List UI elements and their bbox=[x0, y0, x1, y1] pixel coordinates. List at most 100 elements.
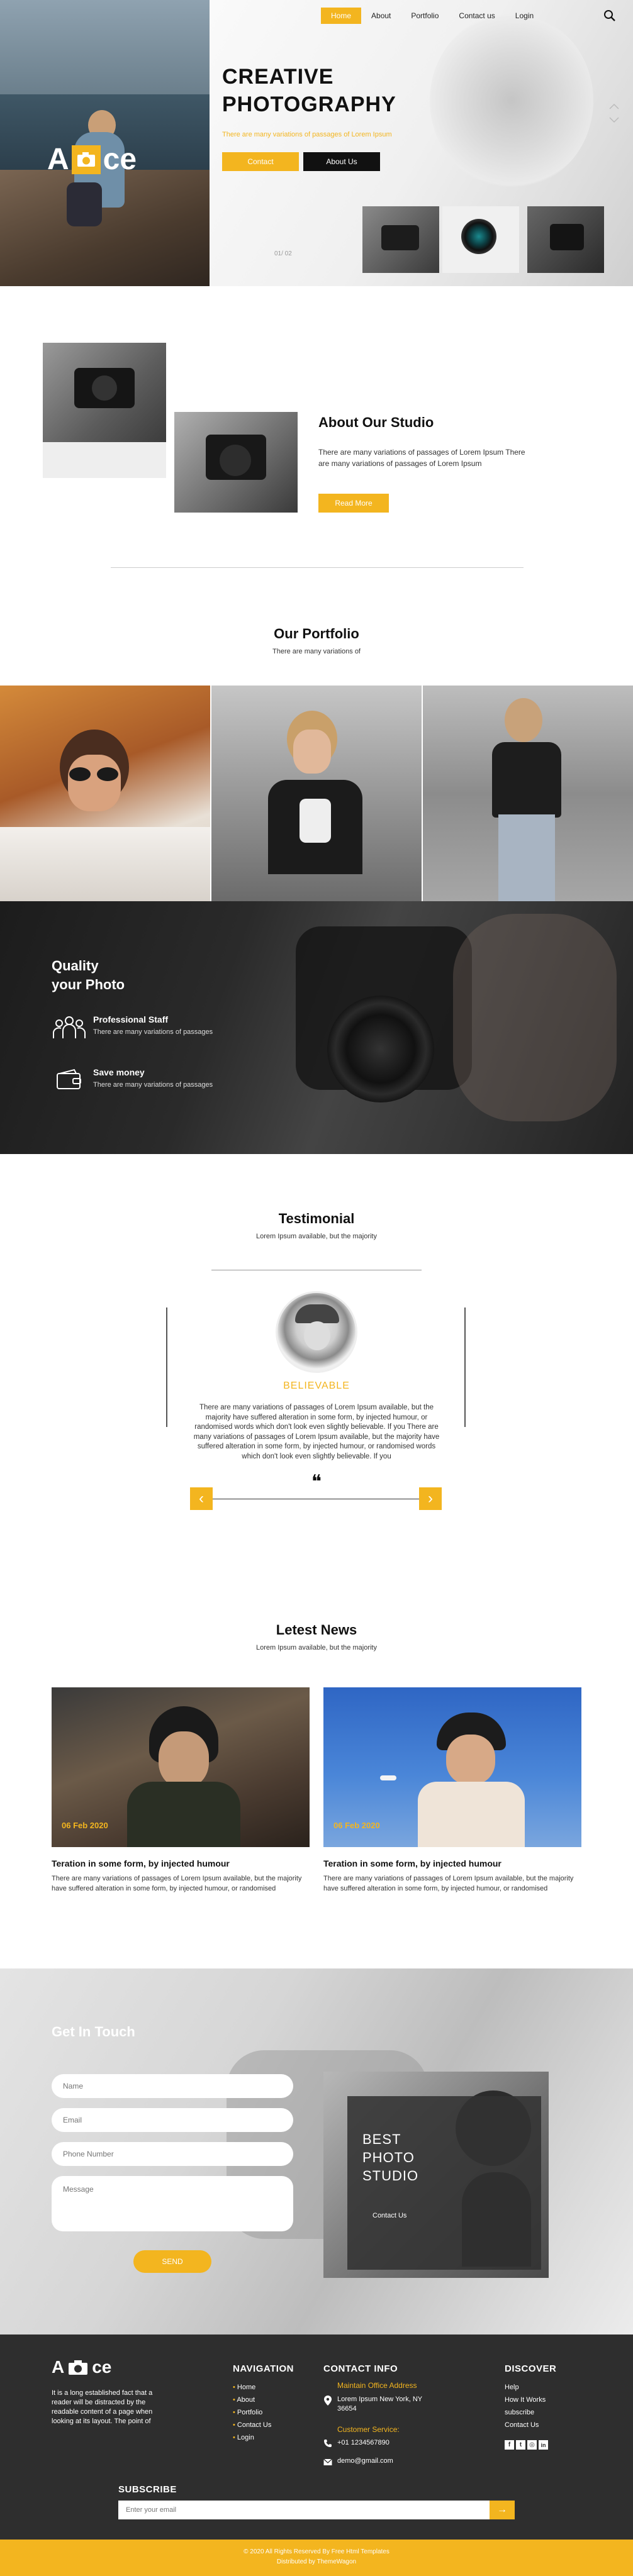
hero-title-line1: CREATIVE bbox=[222, 65, 334, 89]
studio-title-line2: PHOTO bbox=[362, 2150, 415, 2165]
social-icons: f t ◎ in bbox=[505, 2440, 548, 2450]
footer-logo-left: A bbox=[52, 2357, 65, 2377]
portfolio-title: Our Portfolio bbox=[274, 626, 359, 641]
studio-card: BEST PHOTO STUDIO Contact Us bbox=[347, 2096, 541, 2270]
contact-section: Get In Touch SEND BEST PHOTO STUDIO Cont… bbox=[0, 1968, 633, 2334]
footer-email[interactable]: demo@gmail.com bbox=[337, 2457, 393, 2465]
news-photo-2[interactable]: 06 Feb 2020 bbox=[323, 1687, 581, 1847]
footer-logo: A ce bbox=[52, 2357, 111, 2377]
nav-contact[interactable]: Contact us bbox=[449, 8, 505, 24]
footer-discover-title: DISCOVER bbox=[505, 2363, 557, 2374]
subscribe-arrow-icon[interactable]: → bbox=[490, 2501, 515, 2519]
portfolio-subtitle: There are many variations of bbox=[272, 648, 361, 655]
slider-down-icon[interactable] bbox=[608, 116, 620, 123]
feature-text-staff: There are many variations of passages bbox=[93, 1028, 213, 1036]
facebook-icon[interactable]: f bbox=[505, 2440, 514, 2450]
subscribe-title: SUBSCRIBE bbox=[118, 2484, 177, 2495]
phone-input[interactable] bbox=[52, 2142, 293, 2166]
hero-logo-left: A bbox=[47, 143, 69, 176]
footer-camera-icon bbox=[68, 2359, 88, 2375]
news-text-1: There are many variations of passages of… bbox=[52, 1875, 302, 1892]
divider bbox=[111, 567, 524, 568]
nav-about[interactable]: About bbox=[361, 8, 401, 24]
portfolio-photo-1[interactable] bbox=[0, 686, 210, 901]
send-button[interactable]: SEND bbox=[133, 2250, 211, 2273]
hero-thumb-2[interactable] bbox=[442, 206, 519, 273]
distributed-by-text[interactable]: Distributed by ThemeWagon bbox=[0, 2558, 633, 2565]
mail-icon bbox=[323, 2458, 332, 2465]
footer-logo-right: ce bbox=[92, 2357, 112, 2377]
contact-button[interactable]: Contact bbox=[222, 152, 299, 171]
testimonial-text: There are many variations of passages of… bbox=[193, 1404, 440, 1460]
hero-logo: A ce bbox=[47, 142, 137, 177]
studio-contact-button[interactable]: Contact Us bbox=[373, 2212, 406, 2219]
footer: A ce It is a long established fact that … bbox=[0, 2334, 633, 2576]
hero-subtitle: There are many variations of passages of… bbox=[222, 131, 392, 138]
search-icon[interactable] bbox=[603, 9, 617, 23]
testimonial-border-right bbox=[464, 1307, 466, 1427]
testimonial-name: BELIEVABLE bbox=[283, 1380, 350, 1391]
message-input[interactable] bbox=[52, 2176, 293, 2231]
slider-up-icon[interactable] bbox=[608, 102, 620, 109]
location-icon bbox=[323, 2395, 332, 2406]
footer-nav-item[interactable]: • Login bbox=[233, 2431, 271, 2444]
hero-thumb-3[interactable] bbox=[527, 206, 604, 273]
footer-discover-item[interactable]: How It Works bbox=[505, 2394, 546, 2406]
subscribe-email-input[interactable] bbox=[118, 2501, 490, 2519]
email-input[interactable] bbox=[52, 2108, 293, 2132]
studio-title-line3: STUDIO bbox=[362, 2168, 419, 2184]
hero-thumb-1[interactable] bbox=[362, 206, 439, 273]
footer-nav-item[interactable]: • Home bbox=[233, 2381, 271, 2394]
studio-title-line1: BEST bbox=[362, 2131, 401, 2147]
news-title: Letest News bbox=[276, 1622, 357, 1638]
footer-about-text: It is a long established fact that a rea… bbox=[52, 2389, 153, 2425]
read-more-button[interactable]: Read More bbox=[318, 494, 389, 513]
linkedin-icon[interactable]: in bbox=[539, 2440, 548, 2450]
hero-section: A ce Home About Portfolio Contact us Log… bbox=[0, 0, 633, 286]
footer-discover-item[interactable]: Contact Us bbox=[505, 2419, 546, 2431]
footer-contact-title: CONTACT INFO bbox=[323, 2363, 398, 2374]
top-navigation: Home About Portfolio Contact us Login bbox=[321, 8, 544, 24]
testimonial-border-left bbox=[166, 1307, 167, 1427]
news-text-2: There are many variations of passages of… bbox=[323, 1875, 574, 1892]
portfolio-photo-3[interactable] bbox=[423, 686, 633, 901]
hero-logo-right: ce bbox=[103, 143, 137, 176]
footer-phone: +01 1234567890 bbox=[337, 2439, 389, 2446]
footer-discover-item[interactable]: Help bbox=[505, 2381, 546, 2394]
hero-title-line2: PHOTOGRAPHY bbox=[222, 92, 396, 116]
testimonial-subtitle: Lorem Ipsum available, but the majority bbox=[256, 1233, 377, 1240]
phone-icon bbox=[323, 2439, 332, 2448]
news-photo-1[interactable]: 06 Feb 2020 bbox=[52, 1687, 310, 1847]
instagram-icon[interactable]: ◎ bbox=[527, 2440, 537, 2450]
about-photo-2 bbox=[174, 412, 298, 513]
footer-nav-item[interactable]: • Portfolio bbox=[233, 2406, 271, 2419]
footer-discover-item[interactable]: subscribe bbox=[505, 2406, 546, 2419]
news-title-1[interactable]: Teration in some form, by injected humou… bbox=[52, 1858, 310, 1868]
feature-text-money: There are many variations of passages bbox=[93, 1081, 213, 1089]
about-us-button[interactable]: About Us bbox=[303, 152, 380, 171]
team-icon bbox=[52, 1013, 87, 1041]
nav-home[interactable]: Home bbox=[321, 8, 362, 24]
portfolio-photo-2[interactable] bbox=[211, 686, 422, 901]
about-title: About Our Studio bbox=[318, 414, 434, 430]
quote-icon: ❝ bbox=[311, 1471, 322, 1493]
contact-title: Get In Touch bbox=[52, 2024, 135, 2040]
about-photo-1 bbox=[43, 343, 166, 442]
portfolio-gallery bbox=[0, 686, 633, 901]
footer-nav-item[interactable]: • Contact Us bbox=[233, 2419, 271, 2431]
twitter-icon[interactable]: t bbox=[516, 2440, 525, 2450]
copyright-text: © 2020 All Rights Reserved By Free Html … bbox=[244, 2548, 389, 2555]
nav-login[interactable]: Login bbox=[505, 8, 544, 24]
name-input[interactable] bbox=[52, 2074, 293, 2098]
news-section: Letest News Lorem Ipsum available, but t… bbox=[0, 1575, 633, 1968]
wallet-icon bbox=[55, 1069, 83, 1091]
footer-nav-item[interactable]: • About bbox=[233, 2394, 271, 2406]
nav-portfolio[interactable]: Portfolio bbox=[401, 8, 449, 24]
testimonial-next-button[interactable]: › bbox=[419, 1487, 442, 1510]
news-title-2[interactable]: Teration in some form, by injected humou… bbox=[323, 1858, 581, 1868]
footer-nav-list: • Home • About • Portfolio • Contact Us … bbox=[233, 2381, 271, 2444]
testimonial-prev-button[interactable]: ‹ bbox=[190, 1487, 213, 1510]
about-text: There are many variations of passages of… bbox=[318, 448, 525, 468]
footer-service-label: Customer Service: bbox=[337, 2425, 400, 2434]
news-date-1: 06 Feb 2020 bbox=[62, 1821, 108, 1830]
